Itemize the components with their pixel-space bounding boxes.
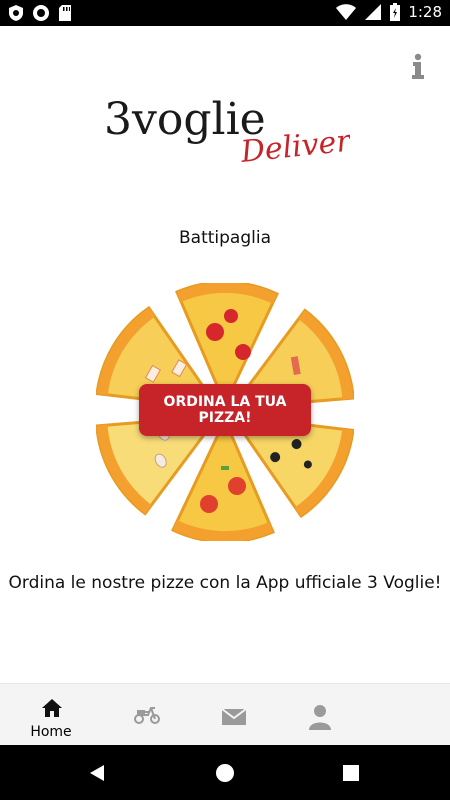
city-label: Battipaglia [179, 228, 271, 248]
status-left-icons [8, 4, 72, 22]
sd-card-icon [59, 5, 71, 21]
nav-item-messages[interactable] [189, 684, 279, 746]
tagline: Ordina le nostre pizze con la App uffici… [8, 573, 442, 593]
shield-icon [9, 5, 23, 21]
user-icon [309, 705, 331, 730]
record-icon [33, 5, 49, 21]
status-time: 1:28 [408, 3, 442, 21]
scooter-icon [134, 707, 160, 724]
battery-icon [390, 3, 401, 21]
bottom-navigation: Home [0, 683, 450, 746]
brand-logo: 3voglie Delivery [100, 84, 370, 184]
order-pizza-button[interactable]: ORDINA LA TUA PIZZA! [139, 384, 311, 436]
home-icon [42, 699, 62, 717]
wifi-icon [336, 4, 357, 20]
nav-item-profile[interactable] [275, 684, 365, 746]
mail-icon [221, 708, 247, 725]
home-circle-icon[interactable] [215, 763, 235, 783]
nav-item-home[interactable]: Home [6, 684, 96, 746]
nav-item-delivery[interactable] [102, 684, 192, 746]
status-right-icons: 1:28 [336, 3, 442, 21]
info-icon[interactable] [406, 52, 430, 80]
recents-icon[interactable] [342, 764, 360, 782]
signal-icon [365, 4, 382, 20]
status-bar: 1:28 [0, 0, 450, 26]
system-navigation-bar [0, 745, 450, 800]
back-icon[interactable] [88, 764, 106, 782]
nav-label-home: Home [30, 724, 72, 740]
